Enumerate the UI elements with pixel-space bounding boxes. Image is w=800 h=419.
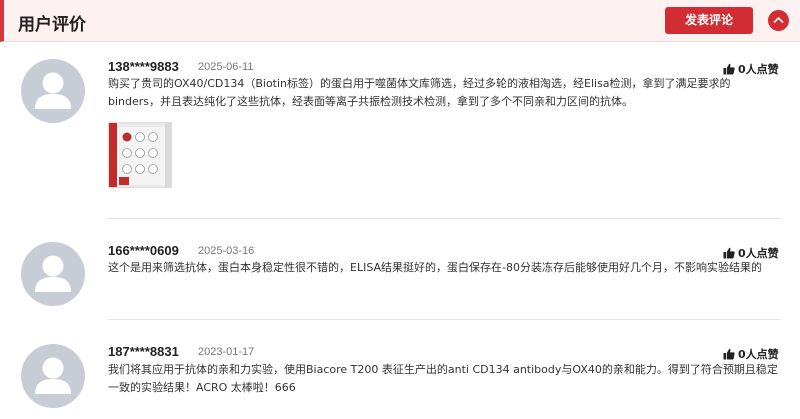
reviewer-name: 187****8831 bbox=[108, 344, 179, 359]
avatar bbox=[21, 242, 85, 306]
reviewer-name: 166****0609 bbox=[108, 243, 179, 258]
review-photo-thumbnail bbox=[109, 123, 171, 187]
avatar bbox=[21, 344, 85, 408]
avatar bbox=[21, 59, 85, 123]
review-date: 2025-06-11 bbox=[198, 61, 254, 73]
review-divider bbox=[108, 218, 781, 219]
thumbs-up-icon bbox=[723, 247, 735, 259]
review-image[interactable] bbox=[108, 122, 172, 188]
thumbs-up-icon bbox=[723, 348, 735, 360]
review-date: 2023-01-17 bbox=[198, 346, 255, 358]
collapse-button[interactable] bbox=[768, 10, 789, 31]
like-button[interactable]: 0人点赞 bbox=[723, 346, 779, 362]
review-content: 购买了贵司的OX40/CD134（Biotin标签）的蛋白用于噬菌体文库筛选，经… bbox=[108, 77, 731, 108]
reviews-header: 用户评价 发表评论 bbox=[0, 0, 800, 42]
user-placeholder-icon bbox=[35, 357, 71, 394]
post-review-button[interactable]: 发表评论 bbox=[665, 7, 753, 34]
section-title: 用户评价 bbox=[18, 15, 86, 35]
user-placeholder-icon bbox=[35, 255, 71, 292]
review-divider bbox=[108, 319, 781, 320]
reviewer-name: 138****9883 bbox=[108, 59, 179, 74]
like-count: 0人点赞 bbox=[738, 348, 779, 361]
review-date: 2025-03-16 bbox=[198, 245, 255, 257]
user-placeholder-icon bbox=[35, 72, 71, 109]
chevron-up-icon bbox=[773, 16, 784, 24]
review-content: 这个是用来筛选抗体，蛋白本身稳定性很不错的，ELISA结果挺好的，蛋白保存在-8… bbox=[108, 261, 762, 274]
thumbs-up-icon bbox=[723, 63, 735, 75]
review-content: 我们将其应用于抗体的亲和力实验，使用Biacore T200 表征生产出的ant… bbox=[108, 363, 778, 394]
